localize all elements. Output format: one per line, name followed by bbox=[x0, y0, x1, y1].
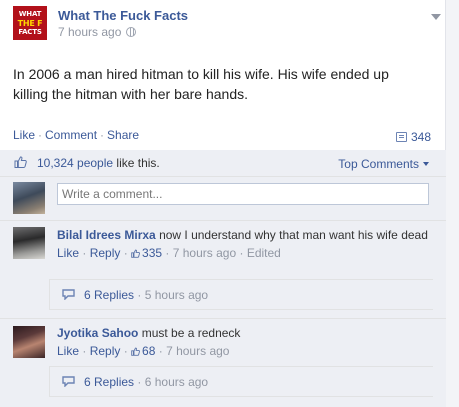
comment-likes-count[interactable]: 335 bbox=[131, 246, 162, 260]
comment-body: Jyotika Sahoo must be a redneck Like · R… bbox=[57, 326, 436, 359]
replies-summary: 6 Replies · 6 hours ago bbox=[84, 375, 209, 389]
comment-meta: Like · Reply · 335 · 7 hours ago · Edite… bbox=[57, 246, 281, 260]
comment-author-link[interactable]: Jyotika Sahoo bbox=[57, 326, 138, 340]
logo-line-2: THE F bbox=[17, 18, 43, 28]
separator: · bbox=[100, 128, 105, 142]
separator: · bbox=[38, 128, 43, 142]
share-count-value: 348 bbox=[410, 130, 431, 144]
chevron-down-icon bbox=[423, 162, 429, 166]
page-name-link[interactable]: What The Fuck Facts bbox=[58, 8, 188, 23]
top-comments-dropdown[interactable]: Top Comments bbox=[338, 157, 429, 171]
post-timestamp: 7 hours ago bbox=[58, 25, 137, 39]
replies-time: 5 hours ago bbox=[144, 288, 209, 302]
comment-likes-value: 68 bbox=[142, 344, 156, 358]
like-button[interactable]: Like bbox=[13, 128, 35, 142]
comment-time[interactable]: 7 hours ago bbox=[166, 344, 229, 358]
likes-summary: 10,324 people like this. bbox=[37, 156, 160, 170]
comment-reply-button[interactable]: Reply bbox=[90, 246, 121, 260]
replies-toggle[interactable]: 6 Replies · 5 hours ago bbox=[49, 279, 433, 310]
comment-likes-count[interactable]: 68 bbox=[131, 344, 155, 358]
comment-text: must be a redneck bbox=[141, 326, 241, 340]
comment-body: Bilal Idrees Mirxa now I understand why … bbox=[57, 228, 436, 261]
page-logo[interactable]: WHAT THE F FACTS bbox=[13, 6, 47, 40]
post-text: In 2006 a man hired hitman to kill his w… bbox=[13, 66, 389, 102]
comment-author-link[interactable]: Bilal Idrees Mirxa bbox=[57, 228, 156, 242]
post-time-link[interactable]: 7 hours ago bbox=[58, 25, 121, 39]
likes-count-link[interactable]: 10,324 people bbox=[37, 156, 113, 170]
comment-like-button[interactable]: Like bbox=[57, 344, 79, 358]
post-actions: Like · Comment · Share 348 bbox=[13, 128, 441, 146]
comment-button[interactable]: Comment bbox=[45, 128, 97, 142]
scrollbar-track[interactable] bbox=[445, 0, 459, 407]
top-comments-label: Top Comments bbox=[338, 157, 419, 171]
comment-text: now I understand why that man want his w… bbox=[159, 228, 428, 242]
logo-line-1: WHAT bbox=[18, 9, 42, 18]
replies-time: 6 hours ago bbox=[144, 375, 209, 389]
share-button[interactable]: Share bbox=[107, 128, 139, 142]
logo-line-3: FACTS bbox=[18, 27, 42, 36]
comment-edited[interactable]: Edited bbox=[247, 246, 281, 260]
avatar[interactable] bbox=[13, 227, 45, 259]
thumbs-up-icon bbox=[14, 156, 27, 168]
share-count[interactable]: 348 bbox=[395, 130, 431, 144]
ufi-container: 10,324 people like this. Top Comments Bi… bbox=[0, 150, 446, 407]
replies-count[interactable]: 6 Replies bbox=[84, 288, 134, 302]
comment-meta: Like · Reply · 68 · 7 hours ago bbox=[57, 344, 230, 358]
replies-count[interactable]: 6 Replies bbox=[84, 375, 134, 389]
chevron-down-icon[interactable] bbox=[431, 14, 441, 20]
write-comment-row bbox=[0, 177, 446, 221]
comment-like-button[interactable]: Like bbox=[57, 246, 79, 260]
divider bbox=[0, 318, 446, 319]
globe-icon bbox=[126, 27, 137, 37]
likes-suffix: like this. bbox=[116, 156, 160, 170]
avatar[interactable] bbox=[13, 326, 45, 358]
comment-item: Jyotika Sahoo must be a redneck Like · R… bbox=[0, 320, 446, 407]
thumbs-up-icon bbox=[131, 249, 140, 258]
comment-reply-button[interactable]: Reply bbox=[90, 344, 121, 358]
reply-icon bbox=[62, 376, 75, 387]
comment-time[interactable]: 7 hours ago bbox=[173, 246, 236, 260]
likes-row: 10,324 people like this. Top Comments bbox=[0, 150, 446, 177]
avatar[interactable] bbox=[13, 182, 45, 214]
share-icon bbox=[395, 132, 407, 142]
post-header: WHAT THE F FACTS What The Fuck Facts 7 h… bbox=[13, 6, 441, 46]
comment-item: Bilal Idrees Mirxa now I understand why … bbox=[0, 221, 446, 320]
thumbs-up-icon bbox=[131, 347, 140, 356]
comment-input[interactable] bbox=[57, 183, 429, 205]
replies-summary: 6 Replies · 5 hours ago bbox=[84, 288, 209, 302]
comment-likes-value: 335 bbox=[142, 246, 163, 260]
reply-icon bbox=[62, 289, 75, 300]
replies-toggle[interactable]: 6 Replies · 6 hours ago bbox=[49, 366, 433, 397]
